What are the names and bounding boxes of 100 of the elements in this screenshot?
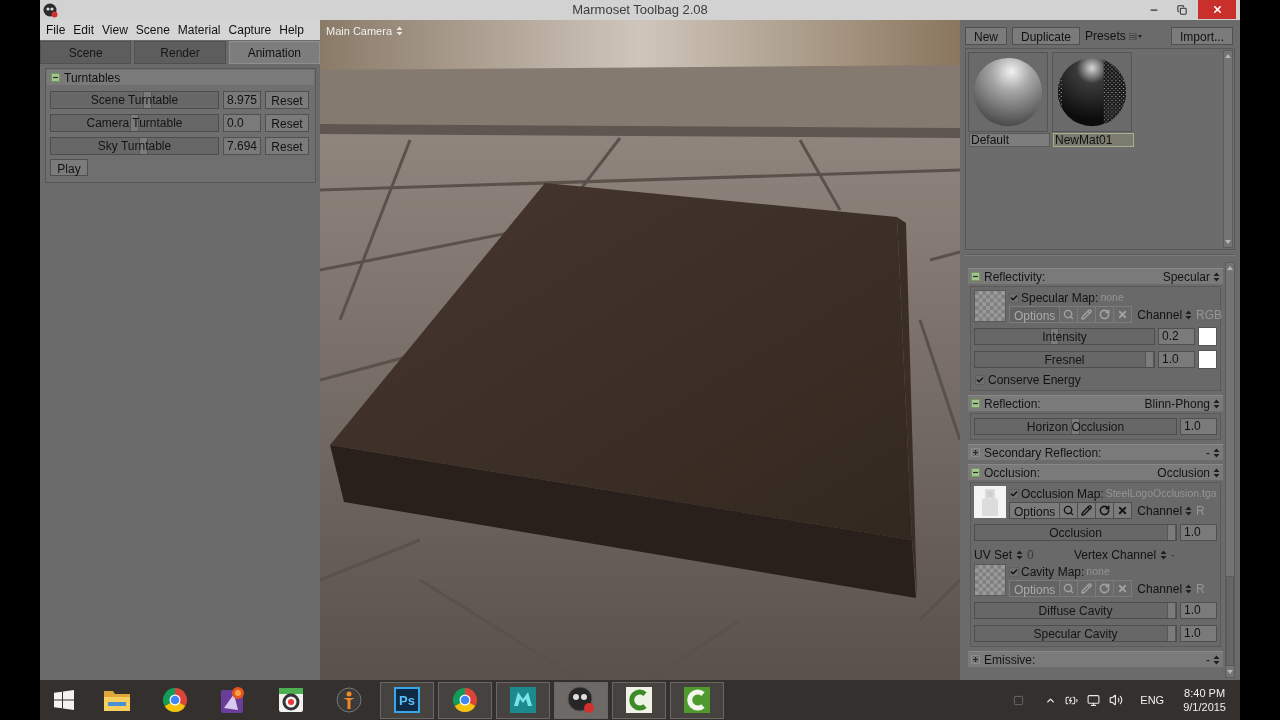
value-field[interactable]: 8.975 xyxy=(223,90,261,109)
search-button[interactable] xyxy=(1060,502,1079,519)
slider-thumb[interactable] xyxy=(1167,603,1176,618)
mode-dropdown[interactable]: - xyxy=(1206,443,1220,462)
speaker-icon[interactable] xyxy=(1109,693,1124,707)
options-button[interactable]: Options xyxy=(1009,502,1061,519)
value-field[interactable]: 7.694 xyxy=(223,136,261,155)
presets-menu[interactable]: Presets xyxy=(1085,27,1143,45)
channel-label: Channel xyxy=(1137,306,1183,324)
reset-button[interactable]: Reset xyxy=(265,113,309,132)
property-slider[interactable]: Fresnel xyxy=(974,351,1155,368)
taskbar-button[interactable] xyxy=(670,681,724,719)
updown-arrows-icon xyxy=(1016,550,1023,560)
check-icon xyxy=(976,375,984,385)
mode-dropdown[interactable]: Blinn-Phong xyxy=(1144,394,1220,413)
taskbar-button[interactable] xyxy=(612,681,666,719)
edit-button[interactable] xyxy=(1078,502,1097,519)
monitor-icon[interactable] xyxy=(1087,693,1101,707)
sphere-preview[interactable] xyxy=(968,52,1048,132)
refresh-icon xyxy=(1099,309,1111,320)
collapse-icon[interactable] xyxy=(51,73,60,82)
color-swatch-icon[interactable] xyxy=(1198,350,1217,369)
camera-dropdown[interactable]: Main Camera xyxy=(326,23,404,40)
figure-icon xyxy=(336,687,362,713)
checkbox[interactable] xyxy=(1009,488,1019,499)
slider-thumb[interactable] xyxy=(1145,352,1154,367)
menu-item[interactable]: Help xyxy=(279,23,304,37)
x-icon xyxy=(1117,583,1129,594)
list-caret-icon xyxy=(1128,32,1143,40)
section-title: Secondary Reflection: xyxy=(984,444,1102,462)
property-slider[interactable]: Diffuse Cavity xyxy=(974,602,1177,619)
options-button[interactable]: Options xyxy=(1009,580,1061,597)
slider-thumb[interactable] xyxy=(1167,525,1176,540)
turntable-slider[interactable]: Sky Turntable xyxy=(50,136,219,155)
checkbox[interactable] xyxy=(1009,566,1019,577)
value-field[interactable]: 1.0 xyxy=(1180,602,1217,619)
mode-dropdown[interactable]: Specular xyxy=(1162,267,1220,286)
clock[interactable]: 8:40 PM 9/1/2015 xyxy=(1183,686,1226,714)
menu-item[interactable]: Capture xyxy=(228,23,272,37)
tab[interactable]: Render xyxy=(134,41,226,64)
section-title: Emissive: xyxy=(984,651,1036,669)
clear-button[interactable] xyxy=(1114,502,1133,519)
expand-icon[interactable] xyxy=(971,448,980,457)
toolbar-button[interactable]: Duplicate xyxy=(1012,27,1081,45)
taskbar-button[interactable] xyxy=(554,681,608,719)
value-field[interactable]: 1.0 xyxy=(1180,524,1217,541)
checker-thumbnail xyxy=(974,564,1006,596)
collapse-icon[interactable] xyxy=(971,272,980,281)
checker-thumbnail xyxy=(974,290,1006,322)
value-field[interactable]: 1.0 xyxy=(1180,625,1217,642)
reload-button[interactable] xyxy=(1096,502,1115,519)
search-icon xyxy=(1063,309,1075,320)
collapse-icon[interactable] xyxy=(971,468,980,477)
property-slider[interactable]: Specular Cavity xyxy=(974,625,1177,642)
scrollbar-thumb[interactable] xyxy=(1226,576,1234,666)
reset-button[interactable]: Reset xyxy=(265,136,309,155)
taskbar-button[interactable] xyxy=(496,681,550,719)
mode-dropdown[interactable]: - xyxy=(1206,650,1220,669)
restore-icon xyxy=(1177,4,1187,15)
menu-item[interactable]: Scene xyxy=(135,23,170,37)
color-swatch-icon[interactable] xyxy=(1198,327,1217,346)
value-field[interactable]: 0.0 xyxy=(223,113,261,132)
mode-dropdown[interactable]: Occlusion xyxy=(1157,463,1220,482)
value-field[interactable]: 1.0 xyxy=(1158,351,1195,368)
reset-button[interactable]: Reset xyxy=(265,90,309,109)
property-slider[interactable]: Occlusion xyxy=(974,524,1177,541)
menu-item[interactable]: Material xyxy=(177,23,221,37)
material-name[interactable]: NewMat01 xyxy=(1053,133,1134,147)
toolbar-button[interactable]: New xyxy=(965,27,1007,45)
checkbox[interactable] xyxy=(975,375,985,385)
menu-item[interactable]: Edit xyxy=(73,23,95,37)
language-indicator[interactable]: ENG xyxy=(1140,691,1165,709)
sphere-preview[interactable] xyxy=(1052,52,1132,132)
pencil-icon xyxy=(1081,309,1093,320)
checkbox[interactable] xyxy=(1009,292,1019,303)
material-name[interactable]: Default xyxy=(969,133,1050,147)
scrollbar[interactable] xyxy=(1225,262,1235,678)
value-field[interactable]: 0.2 xyxy=(1158,328,1195,345)
play-button[interactable]: Play xyxy=(50,159,88,176)
updown-arrows-icon xyxy=(1160,550,1168,560)
menu-item[interactable]: View xyxy=(102,23,128,37)
turntable-slider[interactable]: Scene Turntable xyxy=(50,90,219,109)
expand-icon[interactable] xyxy=(971,655,980,664)
tab[interactable]: Scene xyxy=(40,41,132,64)
map-label: Specular Map: xyxy=(1021,289,1099,307)
taskbar-button[interactable]: Ps xyxy=(380,681,434,719)
menu-item[interactable]: File xyxy=(46,23,66,37)
turntable-slider[interactable]: Camera Turntable xyxy=(50,113,219,132)
close-icon xyxy=(1211,4,1223,15)
slider-thumb[interactable] xyxy=(1167,626,1176,641)
taskbar-button[interactable] xyxy=(438,681,492,719)
close-button[interactable] xyxy=(1198,0,1236,19)
options-button[interactable]: Options xyxy=(1009,306,1061,323)
property-slider[interactable]: Intensity xyxy=(974,328,1155,345)
tab[interactable]: Animation xyxy=(228,41,320,64)
value-field[interactable]: 1.0 xyxy=(1180,418,1217,435)
texture-thumbnail xyxy=(974,486,1006,518)
import-button[interactable]: Import... xyxy=(1171,27,1233,45)
collapse-icon[interactable] xyxy=(971,399,980,408)
property-slider[interactable]: Horizon Occlusion xyxy=(974,418,1177,435)
